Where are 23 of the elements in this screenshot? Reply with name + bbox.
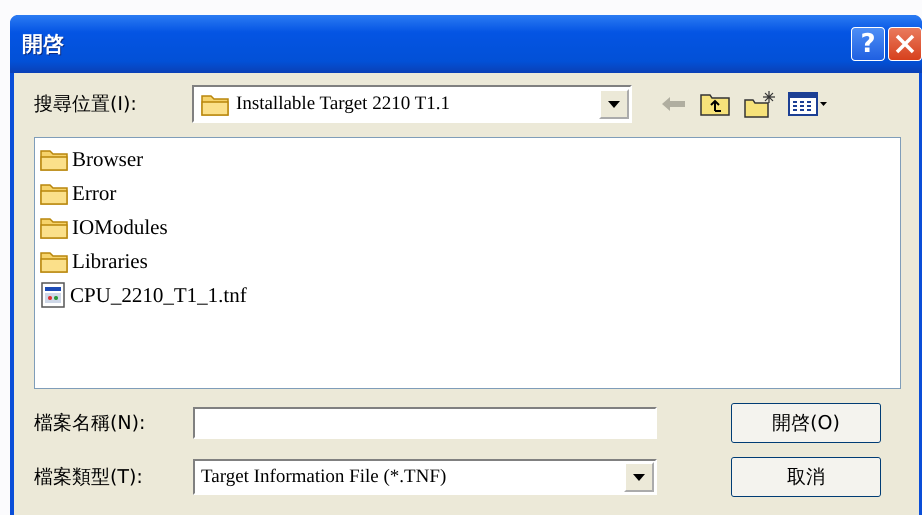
folder-item[interactable]: Libraries	[39, 244, 896, 278]
file-type-label: 檔案類型(T):	[34, 465, 144, 490]
new-folder-icon[interactable]	[744, 90, 776, 118]
file-type-dropdown[interactable]: Target Information File (*.TNF)	[193, 459, 657, 495]
open-button[interactable]: 開啓(O)	[731, 403, 881, 443]
look-in-label: 搜尋位置(I):	[34, 92, 138, 117]
look-in-dropdown[interactable]: Installable Target 2210 T1.1	[192, 85, 632, 123]
file-name-label: 檔案名稱(N):	[34, 411, 146, 436]
close-button[interactable]	[888, 27, 922, 61]
file-name-field[interactable]	[193, 407, 657, 439]
caret-icon	[633, 474, 645, 480]
cancel-button[interactable]: 取消	[731, 457, 881, 497]
close-icon	[894, 33, 916, 55]
document-icon	[39, 281, 67, 309]
view-menu-icon[interactable]	[788, 92, 828, 116]
window-title: 開啓	[22, 31, 65, 58]
help-button[interactable]: ?	[851, 27, 885, 61]
folder-item[interactable]: Error	[39, 176, 896, 210]
folder-item[interactable]: Browser	[39, 142, 896, 176]
file-item[interactable]: CPU_2210_T1_1.tnf	[39, 278, 896, 312]
folder-up-icon[interactable]	[700, 92, 730, 116]
caret-icon	[608, 100, 620, 108]
folder-item[interactable]: IOModules	[39, 210, 896, 244]
